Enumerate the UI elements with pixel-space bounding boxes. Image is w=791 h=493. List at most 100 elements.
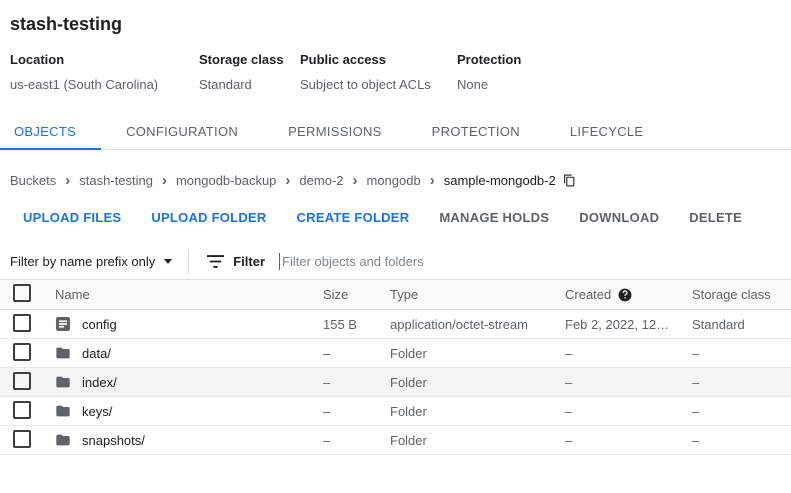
object-name-link[interactable]: keys/ xyxy=(82,404,112,419)
copy-icon[interactable] xyxy=(563,173,576,188)
tab-protection[interactable]: PROTECTION xyxy=(407,114,545,150)
chevron-right-icon: › xyxy=(353,173,358,188)
object-created: – xyxy=(565,433,692,448)
row-checkbox[interactable] xyxy=(13,430,31,448)
column-header-type[interactable]: Type xyxy=(390,287,565,302)
object-type: Folder xyxy=(390,433,565,448)
row-checkbox-cell xyxy=(0,430,55,451)
row-checkbox-cell xyxy=(0,401,55,422)
upload-folder-button[interactable]: UPLOAD FOLDER xyxy=(151,210,266,225)
object-name-cell: index/ xyxy=(55,374,323,390)
folder-icon xyxy=(55,345,71,361)
breadcrumb-item-mongodb-backup[interactable]: mongodb-backup xyxy=(176,173,276,188)
object-name-cell: data/ xyxy=(55,345,323,361)
manage-holds-button: MANAGE HOLDS xyxy=(439,210,549,225)
filter-bar: Filter by name prefix only Filter xyxy=(0,244,791,280)
tab-configuration[interactable]: CONFIGURATION xyxy=(101,114,263,150)
select-all-checkbox[interactable] xyxy=(13,284,31,302)
table-row: data/–Folder–– xyxy=(0,339,791,368)
tab-objects[interactable]: OBJECTS xyxy=(0,114,101,150)
column-header-created[interactable]: Created xyxy=(565,287,611,302)
filter-input[interactable] xyxy=(280,254,791,269)
object-size: – xyxy=(323,433,390,448)
chevron-right-icon: › xyxy=(285,173,290,188)
meta-label: Location xyxy=(10,52,199,67)
file-icon xyxy=(55,316,71,332)
meta-value: Subject to object ACLs xyxy=(300,77,457,92)
delete-button: DELETE xyxy=(689,210,742,225)
column-header-name[interactable]: Name xyxy=(55,287,323,302)
object-storage-class: Standard xyxy=(692,317,791,332)
meta-value: us-east1 (South Carolina) xyxy=(10,77,199,92)
table-row: config 155 Bapplication/octet-streamFeb 2… xyxy=(0,310,791,339)
row-checkbox[interactable] xyxy=(13,314,31,332)
object-type: Folder xyxy=(390,375,565,390)
object-created: Feb 2, 2022, 12… xyxy=(565,317,692,332)
filter-scope-dropdown[interactable]: Filter by name prefix only xyxy=(10,254,172,269)
filter-scope-label: Filter by name prefix only xyxy=(10,254,155,269)
object-size: – xyxy=(323,346,390,361)
meta-label: Protection xyxy=(457,52,521,67)
object-type: Folder xyxy=(390,346,565,361)
filter-icon xyxy=(207,255,224,268)
column-header-size[interactable]: Size xyxy=(323,287,390,302)
bucket-meta-storage-class: Storage class Standard xyxy=(199,52,300,92)
object-size: 155 B xyxy=(323,317,390,332)
folder-icon xyxy=(55,403,71,419)
table-header-row: Name Size Type Created Storage class xyxy=(0,280,791,310)
download-button: DOWNLOAD xyxy=(579,210,659,225)
chevron-right-icon: › xyxy=(162,173,167,188)
object-name-cell: config xyxy=(55,316,323,332)
bucket-meta-location: Location us-east1 (South Carolina) xyxy=(10,52,199,92)
tab-bar: OBJECTSCONFIGURATIONPERMISSIONSPROTECTIO… xyxy=(0,114,791,150)
object-size: – xyxy=(323,375,390,390)
table-row: index/–Folder–– xyxy=(0,368,791,397)
breadcrumb: Buckets › stash-testing › mongodb-backup › dem… xyxy=(10,173,791,188)
column-header-storage-class[interactable]: Storage class xyxy=(692,287,791,302)
breadcrumb-item-sample-mongodb-2: sample-mongodb-2 xyxy=(444,173,556,188)
row-checkbox-cell xyxy=(0,314,55,335)
object-name-link[interactable]: index/ xyxy=(82,375,117,390)
table-row: snapshots/–Folder–– xyxy=(0,426,791,455)
action-bar: UPLOAD FILES UPLOAD FOLDER CREATE FOLDER MA… xyxy=(23,210,791,225)
folder-icon xyxy=(55,432,71,448)
row-checkbox[interactable] xyxy=(13,401,31,419)
tab-lifecycle[interactable]: LIFECYCLE xyxy=(545,114,669,150)
object-name-link[interactable]: data/ xyxy=(82,346,111,361)
chevron-right-icon: › xyxy=(65,173,70,188)
object-type: Folder xyxy=(390,404,565,419)
help-icon[interactable] xyxy=(618,288,632,302)
object-name-cell: keys/ xyxy=(55,403,323,419)
row-checkbox[interactable] xyxy=(13,372,31,390)
breadcrumb-item-demo-2[interactable]: demo-2 xyxy=(299,173,343,188)
bucket-meta-row: Location us-east1 (South Carolina)Storage… xyxy=(10,52,791,92)
breadcrumb-item-mongodb[interactable]: mongodb xyxy=(367,173,421,188)
tab-permissions[interactable]: PERMISSIONS xyxy=(263,114,407,150)
object-storage-class: – xyxy=(692,375,791,390)
object-name-link[interactable]: snapshots/ xyxy=(82,433,145,448)
bucket-meta-protection: Protection None xyxy=(457,52,521,92)
filter-label: Filter xyxy=(233,254,265,269)
table-row: keys/–Folder–– xyxy=(0,397,791,426)
object-name-link[interactable]: config xyxy=(82,317,117,332)
meta-label: Public access xyxy=(300,52,457,67)
meta-value: Standard xyxy=(199,77,300,92)
folder-icon xyxy=(55,374,71,390)
objects-table: Name Size Type Created Storage class con… xyxy=(0,280,791,455)
row-checkbox[interactable] xyxy=(13,343,31,361)
vertical-divider xyxy=(188,250,189,274)
object-storage-class: – xyxy=(692,404,791,419)
meta-label: Storage class xyxy=(199,52,300,67)
chevron-right-icon: › xyxy=(430,173,435,188)
row-checkbox-cell xyxy=(0,372,55,393)
breadcrumb-item-stash-testing[interactable]: stash-testing xyxy=(79,173,153,188)
table-body: config 155 Bapplication/octet-streamFeb 2… xyxy=(0,310,791,455)
upload-files-button[interactable]: UPLOAD FILES xyxy=(23,210,121,225)
page-title: stash-testing xyxy=(0,0,791,35)
breadcrumb-item-buckets[interactable]: Buckets xyxy=(10,173,56,188)
create-folder-button[interactable]: CREATE FOLDER xyxy=(297,210,410,225)
object-storage-class: – xyxy=(692,346,791,361)
meta-value: None xyxy=(457,77,521,92)
row-checkbox-cell xyxy=(0,343,55,364)
object-type: application/octet-stream xyxy=(390,317,565,332)
